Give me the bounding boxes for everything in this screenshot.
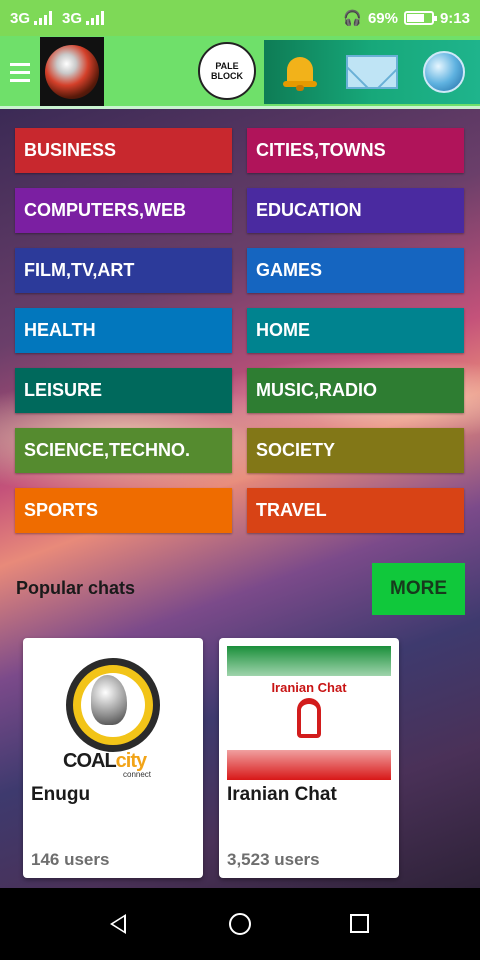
messages-button[interactable] bbox=[342, 44, 402, 100]
network-indicators: 3G 3G bbox=[10, 10, 110, 27]
banner-title: Iranian Chat bbox=[271, 680, 347, 695]
category-button[interactable]: FILM,TV,ART bbox=[15, 248, 232, 293]
battery-percent: 69% bbox=[367, 9, 398, 27]
category-button[interactable]: HOME bbox=[247, 308, 464, 353]
network-type-2: 3G bbox=[62, 9, 83, 27]
coalcity-subtext: connect bbox=[123, 770, 152, 779]
chat-user-count: 146 users bbox=[31, 850, 110, 869]
category-button[interactable]: GAMES bbox=[247, 248, 464, 293]
system-nav-bar bbox=[0, 888, 480, 960]
category-button[interactable]: SCIENCE,TECHNO. bbox=[15, 428, 232, 473]
emblem-icon bbox=[297, 698, 321, 738]
notifications-button[interactable] bbox=[270, 44, 330, 100]
app-logo[interactable] bbox=[40, 37, 104, 107]
category-button[interactable]: SPORTS bbox=[15, 488, 232, 533]
mail-icon bbox=[346, 55, 398, 89]
home-icon[interactable] bbox=[229, 913, 251, 935]
headset-icon: 🎧 bbox=[343, 10, 362, 27]
hamburger-icon[interactable] bbox=[0, 36, 40, 108]
battery-icon bbox=[403, 11, 437, 25]
battery-fill bbox=[406, 14, 424, 22]
flag-green-stripe bbox=[227, 646, 391, 676]
popular-chats-label: Popular chats bbox=[16, 578, 136, 598]
action-icons bbox=[264, 40, 480, 104]
orb-logo-image bbox=[45, 45, 99, 99]
brand-badge-logo[interactable]: PALE BLOCK bbox=[198, 42, 256, 100]
category-button[interactable]: MUSIC,RADIO bbox=[247, 368, 464, 413]
category-button[interactable]: SOCIETY bbox=[247, 428, 464, 473]
network-type-1: 3G bbox=[10, 9, 31, 27]
more-button[interactable]: MORE bbox=[372, 563, 465, 615]
app-bar: PALE BLOCK bbox=[0, 36, 480, 108]
back-icon[interactable] bbox=[110, 914, 126, 934]
globe-button[interactable] bbox=[414, 44, 474, 100]
category-button[interactable]: TRAVEL bbox=[247, 488, 464, 533]
recent-apps-icon[interactable] bbox=[350, 914, 369, 933]
signal-icon bbox=[86, 11, 105, 25]
chat-name: Enugu bbox=[31, 784, 91, 805]
chat-thumbnail: COALcity connect bbox=[31, 646, 195, 780]
chat-user-count: 3,523 users bbox=[227, 850, 320, 869]
chat-card-enugu[interactable]: COALcity connect Enugu 146 users bbox=[23, 638, 203, 878]
bell-icon bbox=[283, 53, 317, 91]
clock: 9:13 bbox=[439, 9, 470, 27]
chat-thumbnail: Iranian Chat bbox=[227, 646, 391, 780]
chat-name: Iranian Chat bbox=[227, 784, 337, 805]
coalcity-logo-ring bbox=[66, 658, 160, 752]
category-button[interactable]: HEALTH bbox=[15, 308, 232, 353]
status-bar: 3G 3G 🎧 69% 9:13 bbox=[0, 0, 480, 36]
category-button[interactable]: LEISURE bbox=[15, 368, 232, 413]
signal-icon bbox=[34, 11, 53, 25]
category-button[interactable]: COMPUTERS,WEB bbox=[15, 188, 232, 233]
category-button[interactable]: BUSINESS bbox=[15, 128, 232, 173]
globe-icon bbox=[423, 51, 465, 93]
chat-card-iranian-chat[interactable]: Iranian Chat Iranian Chat 3,523 users bbox=[219, 638, 399, 878]
flag-red-stripe bbox=[227, 750, 391, 780]
category-button[interactable]: CITIES,TOWNS bbox=[247, 128, 464, 173]
category-button[interactable]: EDUCATION bbox=[247, 188, 464, 233]
